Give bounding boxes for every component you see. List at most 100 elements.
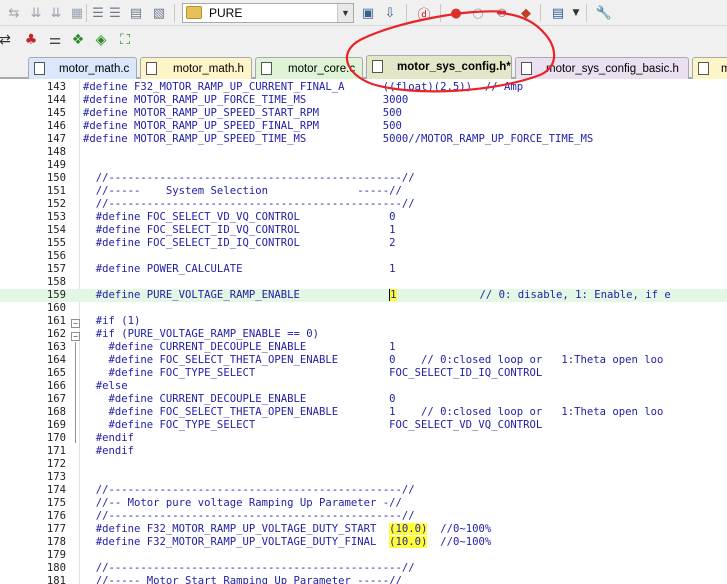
code-line[interactable]: 180 //----------------------------------…	[0, 562, 727, 575]
code-line[interactable]: 162 #if (PURE_VOLTAGE_RAMP_ENABLE == 0)	[0, 328, 727, 341]
code-line[interactable]: 159 #define PURE_VOLTAGE_RAMP_ENABLE 1 /…	[0, 289, 727, 302]
code-line[interactable]: 168 #define FOC_SELECT_THETA_OPEN_ENABLE…	[0, 406, 727, 419]
code-line[interactable]: 147 #define MOTOR_RAMP_UP_SPEED_TIME_MS 5…	[0, 133, 727, 146]
manage-packs-icon[interactable]: ⛶	[114, 30, 136, 50]
code-line[interactable]: 165 #define FOC_TYPE_SELECT FOC_SELECT_I…	[0, 367, 727, 380]
line-number: 166	[46, 380, 66, 392]
code-line[interactable]: 173	[0, 471, 727, 484]
fold-toggle[interactable]: −	[71, 319, 80, 328]
tab-motor-core-c[interactable]: motor_core.c	[255, 57, 363, 79]
code-line[interactable]: 175 //-- Motor pure voltage Ramping Up P…	[0, 497, 727, 510]
line-number: 173	[46, 471, 66, 483]
run-time-env-icon[interactable]: ❖	[67, 30, 89, 50]
code-line[interactable]: 154 #define FOC_SELECT_ID_VQ_CONTROL 1	[0, 224, 727, 237]
target-select-value: PURE	[209, 6, 243, 20]
code-text: #define POWER_CALCULATE 1	[83, 263, 396, 275]
chevron-down-icon[interactable]: ▼	[337, 4, 353, 22]
rebuild-icon[interactable]: ⇊	[46, 3, 66, 23]
code-line[interactable]: 177 #define F32_MOTOR_RAMP_UP_VOLTAGE_DU…	[0, 523, 727, 536]
code-line[interactable]: 174 //----------------------------------…	[0, 484, 727, 497]
line-number: 143	[46, 81, 66, 93]
tab-m[interactable]: m	[692, 57, 727, 79]
code-line[interactable]: 176 //----------------------------------…	[0, 510, 727, 523]
code-line[interactable]: 143 #define F32_MOTOR_RAMP_UP_CURRENT_FIN…	[0, 81, 727, 94]
window-layout-icon[interactable]: ▤	[548, 3, 568, 23]
line-number: 156	[46, 250, 66, 262]
code-text: //--------------------------------------…	[83, 562, 415, 574]
code-line[interactable]: 144 #define MOTOR_RAMP_UP_FORCE_TIME_MS 3…	[0, 94, 727, 107]
code-line[interactable]: 149	[0, 159, 727, 172]
code-line[interactable]: 166 #else	[0, 380, 727, 393]
code-line[interactable]: 156	[0, 250, 727, 263]
code-text: #define MOTOR_RAMP_UP_SPEED_TIME_MS 5000…	[83, 133, 594, 145]
select-software-pack-icon[interactable]: ◈	[90, 30, 112, 50]
code-text: //-- Motor pure voltage Ramping Up Param…	[83, 497, 402, 509]
code-line[interactable]: 153 #define FOC_SELECT_VD_VQ_CONTROL 0	[0, 211, 727, 224]
code-editor[interactable]: 143 #define F32_MOTOR_RAMP_UP_CURRENT_FIN…	[0, 80, 727, 584]
disable-breakpoints-icon[interactable]: ⊘	[492, 3, 512, 23]
manage-project-icon[interactable]: ♣	[20, 30, 42, 50]
toolbar-separator	[586, 4, 587, 22]
toolbar-separator	[440, 4, 441, 22]
code-text: #define FOC_SELECT_THETA_OPEN_ENABLE 0 /…	[83, 354, 664, 366]
kill-breakpoints-icon[interactable]: ◆	[516, 3, 536, 23]
code-text: #define CURRENT_DECOUPLE_ENABLE 0	[83, 393, 396, 405]
tab-motor-math-c[interactable]: motor_math.c	[28, 57, 137, 79]
line-number: 159	[46, 289, 66, 301]
line-number: 160	[46, 302, 66, 314]
code-line[interactable]: 181 //----- Motor Start Ramping Up Param…	[0, 575, 727, 584]
code-line[interactable]: 146 #define MOTOR_RAMP_UP_SPEED_FINAL_RPM…	[0, 120, 727, 133]
unindent-icon[interactable]: ☰	[105, 3, 125, 23]
code-line[interactable]: 179	[0, 549, 727, 562]
debug-icon[interactable]: ⓓ	[414, 3, 434, 23]
code-text: #else	[83, 380, 128, 392]
pack-installer-icon[interactable]: ⚌	[44, 30, 66, 50]
options-icon[interactable]: ▣	[358, 3, 378, 23]
code-line[interactable]: 150 //----------------------------------…	[0, 172, 727, 185]
code-line[interactable]: 178 #define F32_MOTOR_RAMP_UP_VOLTAGE_DU…	[0, 536, 727, 549]
code-line[interactable]: 158	[0, 276, 727, 289]
code-line[interactable]: 161 #if (1)	[0, 315, 727, 328]
code-line[interactable]: 152 //----------------------------------…	[0, 198, 727, 211]
line-number: 175	[46, 497, 66, 509]
code-text: //----- Motor Start Ramping Up Parameter…	[83, 575, 402, 584]
breakpoint-icon[interactable]: ●	[446, 3, 466, 23]
tab-motor-sys-config-h[interactable]: motor_sys_config.h*	[366, 55, 512, 79]
build-icon[interactable]: ⇊	[26, 3, 46, 23]
wrench-icon[interactable]: 🔧	[594, 3, 614, 23]
arrow-icon[interactable]: ⇄	[0, 30, 16, 50]
file-icon	[146, 62, 157, 75]
code-line[interactable]: 170 #endif	[0, 432, 727, 445]
download-icon[interactable]: ⇩	[380, 3, 400, 23]
code-line[interactable]: 160	[0, 302, 727, 315]
batch-build-icon[interactable]: ▦	[67, 3, 87, 23]
code-line[interactable]: 163 #define CURRENT_DECOUPLE_ENABLE 1	[0, 341, 727, 354]
code-text: #define PURE_VOLTAGE_RAMP_ENABLE 1 // 0:…	[83, 289, 671, 301]
chevron-down-icon[interactable]: ▼	[566, 3, 586, 23]
translate-icon[interactable]: ⇆	[4, 3, 24, 23]
line-number: 149	[46, 159, 66, 171]
breakpoint-empty-icon[interactable]: ○	[468, 3, 488, 23]
code-line[interactable]: 164 #define FOC_SELECT_THETA_OPEN_ENABLE…	[0, 354, 727, 367]
fold-toggle[interactable]: −	[71, 332, 80, 341]
line-number: 177	[46, 523, 66, 535]
file-icon	[34, 62, 45, 75]
uncomment-icon[interactable]: ▧	[149, 3, 169, 23]
line-number: 171	[46, 445, 66, 457]
tab-label: motor_math.c	[59, 63, 130, 75]
line-number: 146	[46, 120, 66, 132]
code-line[interactable]: 157 #define POWER_CALCULATE 1	[0, 263, 727, 276]
code-line[interactable]: 145 #define MOTOR_RAMP_UP_SPEED_START_RPM…	[0, 107, 727, 120]
code-line[interactable]: 167 #define CURRENT_DECOUPLE_ENABLE 0	[0, 393, 727, 406]
code-text: #define F32_MOTOR_RAMP_UP_CURRENT_FINAL_…	[83, 81, 524, 93]
code-line[interactable]: 171 #endif	[0, 445, 727, 458]
code-line[interactable]: 169 #define FOC_TYPE_SELECT FOC_SELECT_V…	[0, 419, 727, 432]
code-line[interactable]: 172	[0, 458, 727, 471]
code-line[interactable]: 155 #define FOC_SELECT_ID_IQ_CONTROL 2	[0, 237, 727, 250]
target-select[interactable]: PURE ▼	[182, 3, 354, 23]
comment-icon[interactable]: ▤	[126, 3, 146, 23]
code-line[interactable]: 151 //----- System Selection -----//	[0, 185, 727, 198]
code-line[interactable]: 148	[0, 146, 727, 159]
tab-motor-sys-config-basic-h[interactable]: motor_sys_config_basic.h	[515, 57, 689, 79]
tab-motor-math-h[interactable]: motor_math.h	[140, 57, 252, 79]
